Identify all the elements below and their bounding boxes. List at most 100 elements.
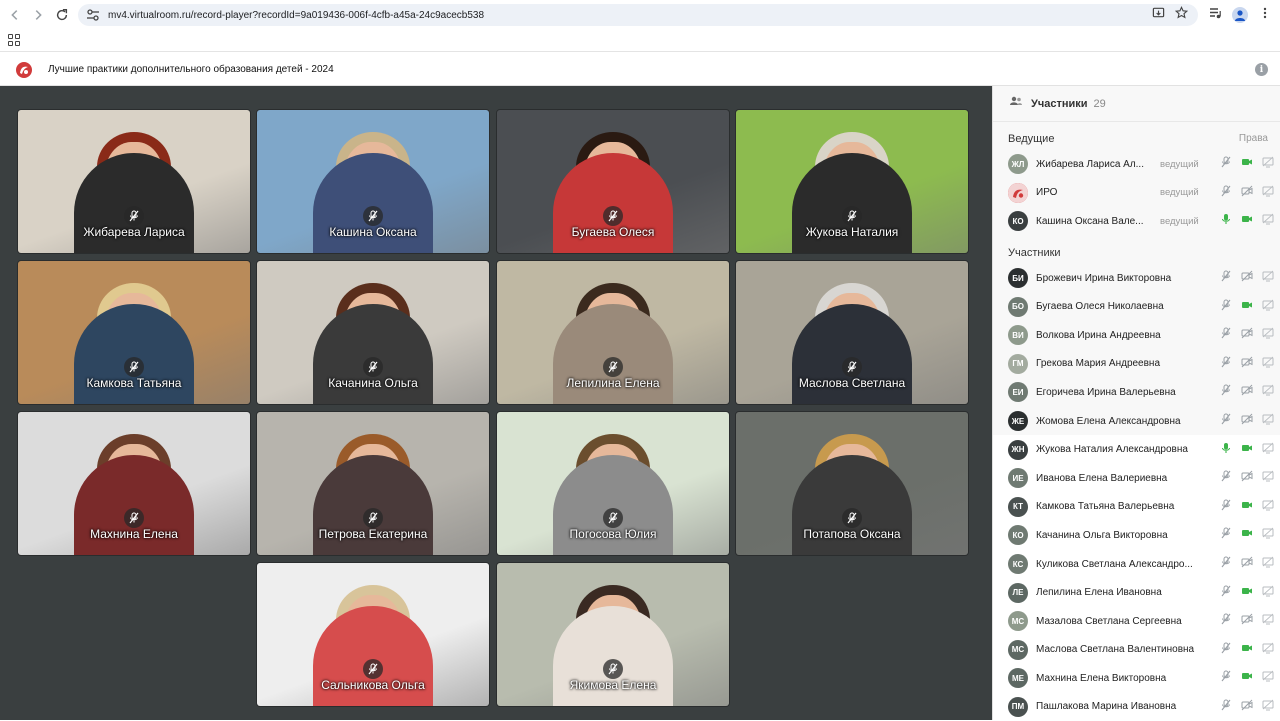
video-tile[interactable]: Махнина Елена	[17, 411, 251, 556]
screen-share-icon[interactable]	[1262, 469, 1274, 487]
camera-on-icon[interactable]	[1241, 155, 1253, 173]
screen-share-icon[interactable]	[1262, 298, 1274, 316]
screen-share-icon[interactable]	[1262, 526, 1274, 544]
mic-muted-icon[interactable]	[1220, 584, 1232, 602]
video-tile[interactable]: Маслова Светлана	[735, 260, 969, 405]
back-icon[interactable]	[4, 4, 26, 26]
screen-share-icon[interactable]	[1262, 269, 1274, 287]
camera-off-icon[interactable]	[1241, 555, 1253, 573]
screen-share-icon[interactable]	[1262, 555, 1274, 573]
mic-muted-icon[interactable]	[1220, 698, 1232, 716]
camera-on-icon[interactable]	[1241, 526, 1253, 544]
participant-row[interactable]: КТ Камкова Татьяна Валерьевна	[993, 492, 1280, 522]
camera-off-icon[interactable]	[1241, 383, 1253, 401]
screen-share-icon[interactable]	[1262, 441, 1274, 459]
video-tile[interactable]: Жибарева Лариса	[17, 109, 251, 254]
video-tile[interactable]: Якимова Елена	[496, 562, 730, 707]
mic-on-icon[interactable]	[1220, 212, 1232, 230]
video-tile[interactable]: Камкова Татьяна	[17, 260, 251, 405]
install-app-icon[interactable]	[1152, 6, 1165, 24]
mic-muted-icon[interactable]	[1220, 612, 1232, 630]
mic-muted-icon[interactable]	[1220, 355, 1232, 373]
video-tile[interactable]: Петрова Екатерина	[256, 411, 490, 556]
video-tile[interactable]: Сальникова Ольга	[256, 562, 490, 707]
participant-row[interactable]: МЕ Махнина Елена Викторовна	[993, 664, 1280, 693]
participant-row[interactable]: ЖН Жукова Наталия Александровна	[993, 435, 1280, 464]
mic-muted-icon[interactable]	[1220, 383, 1232, 401]
camera-on-icon[interactable]	[1241, 212, 1253, 230]
screen-share-icon[interactable]	[1262, 498, 1274, 516]
participant-row[interactable]: КС Куликова Светлана Александро...	[993, 549, 1280, 579]
mic-muted-icon[interactable]	[1220, 669, 1232, 687]
media-control-icon[interactable]	[1208, 6, 1222, 25]
participant-row[interactable]: ЕИ Егоричева Ирина Валерьевна	[993, 378, 1280, 407]
reload-icon[interactable]	[51, 4, 73, 26]
screen-share-icon[interactable]	[1262, 641, 1274, 659]
mic-muted-icon[interactable]	[1220, 469, 1232, 487]
screen-share-icon[interactable]	[1262, 184, 1274, 202]
mic-muted-icon[interactable]	[1220, 298, 1232, 316]
screen-share-icon[interactable]	[1262, 669, 1274, 687]
camera-on-icon[interactable]	[1241, 669, 1253, 687]
forward-icon[interactable]	[27, 4, 49, 26]
screen-share-icon[interactable]	[1262, 698, 1274, 716]
host-row[interactable]: ЖЛ Жибарева Лариса Ал... ведущий	[993, 150, 1280, 179]
video-tile[interactable]: Кашина Оксана	[256, 109, 490, 254]
participant-row[interactable]: ВИ Волкова Ирина Андреевна	[993, 321, 1280, 350]
camera-on-icon[interactable]	[1241, 498, 1253, 516]
video-tile[interactable]: Качанина Ольга	[256, 260, 490, 405]
screen-share-icon[interactable]	[1262, 383, 1274, 401]
mic-muted-icon[interactable]	[1220, 498, 1232, 516]
more-menu-icon[interactable]	[1258, 6, 1272, 25]
host-row[interactable]: ИРО ведущий	[993, 179, 1280, 208]
host-row[interactable]: КО Кашина Оксана Вале... ведущий	[993, 207, 1280, 236]
participant-row[interactable]: МС Маслова Светлана Валентиновна	[993, 635, 1280, 665]
video-tile[interactable]: Лепилина Елена	[496, 260, 730, 405]
camera-off-icon[interactable]	[1241, 469, 1253, 487]
camera-off-icon[interactable]	[1241, 326, 1253, 344]
mic-muted-icon[interactable]	[1220, 555, 1232, 573]
mic-muted-icon[interactable]	[1220, 326, 1232, 344]
camera-on-icon[interactable]	[1241, 641, 1253, 659]
video-tile[interactable]: Погосова Юлия	[496, 411, 730, 556]
participant-row[interactable]: ПМ Пашлакова Марина Ивановна	[993, 692, 1280, 721]
mic-muted-icon[interactable]	[1220, 526, 1232, 544]
camera-off-icon[interactable]	[1241, 612, 1253, 630]
camera-off-icon[interactable]	[1241, 269, 1253, 287]
profile-avatar[interactable]	[1232, 7, 1248, 23]
mic-muted-icon[interactable]	[1220, 269, 1232, 287]
screen-share-icon[interactable]	[1262, 212, 1274, 230]
camera-on-icon[interactable]	[1241, 584, 1253, 602]
screen-share-icon[interactable]	[1262, 326, 1274, 344]
video-tile[interactable]: Жукова Наталия	[735, 109, 969, 254]
camera-off-icon[interactable]	[1241, 184, 1253, 202]
participant-row[interactable]: МС Мазалова Светлана Сергеевна	[993, 606, 1280, 636]
mic-muted-icon[interactable]	[1220, 641, 1232, 659]
participant-row[interactable]: БИ Брожевич Ирина Викторовна	[993, 264, 1280, 293]
mic-on-icon[interactable]	[1220, 441, 1232, 459]
camera-on-icon[interactable]	[1241, 441, 1253, 459]
video-tile[interactable]: Бугаева Олеся	[496, 109, 730, 254]
site-settings-icon[interactable]	[86, 8, 100, 22]
participant-row[interactable]: ГМ Грекова Мария Андреевна	[993, 350, 1280, 379]
screen-share-icon[interactable]	[1262, 412, 1274, 430]
apps-grid-icon[interactable]	[8, 34, 20, 46]
participant-row[interactable]: ЖЕ Жомова Елена Александровна	[993, 407, 1280, 436]
mic-muted-icon[interactable]	[1220, 155, 1232, 173]
info-icon[interactable]: i	[1255, 63, 1268, 76]
screen-share-icon[interactable]	[1262, 584, 1274, 602]
screen-share-icon[interactable]	[1262, 155, 1274, 173]
address-bar[interactable]: mv4.virtualroom.ru/record-player?recordI…	[78, 4, 1198, 26]
mic-muted-icon[interactable]	[1220, 412, 1232, 430]
camera-off-icon[interactable]	[1241, 355, 1253, 373]
mic-muted-icon[interactable]	[1220, 184, 1232, 202]
camera-on-icon[interactable]	[1241, 298, 1253, 316]
participant-row[interactable]: БО Бугаева Олеся Николаевна	[993, 292, 1280, 321]
screen-share-icon[interactable]	[1262, 612, 1274, 630]
participant-row[interactable]: ЛЕ Лепилина Елена Ивановна	[993, 578, 1280, 607]
bookmark-star-icon[interactable]	[1174, 6, 1189, 24]
video-tile[interactable]: Потапова Оксана	[735, 411, 969, 556]
camera-off-icon[interactable]	[1241, 698, 1253, 716]
camera-off-icon[interactable]	[1241, 412, 1253, 430]
participant-row[interactable]: КО Качанина Ольга Викторовна	[993, 521, 1280, 550]
